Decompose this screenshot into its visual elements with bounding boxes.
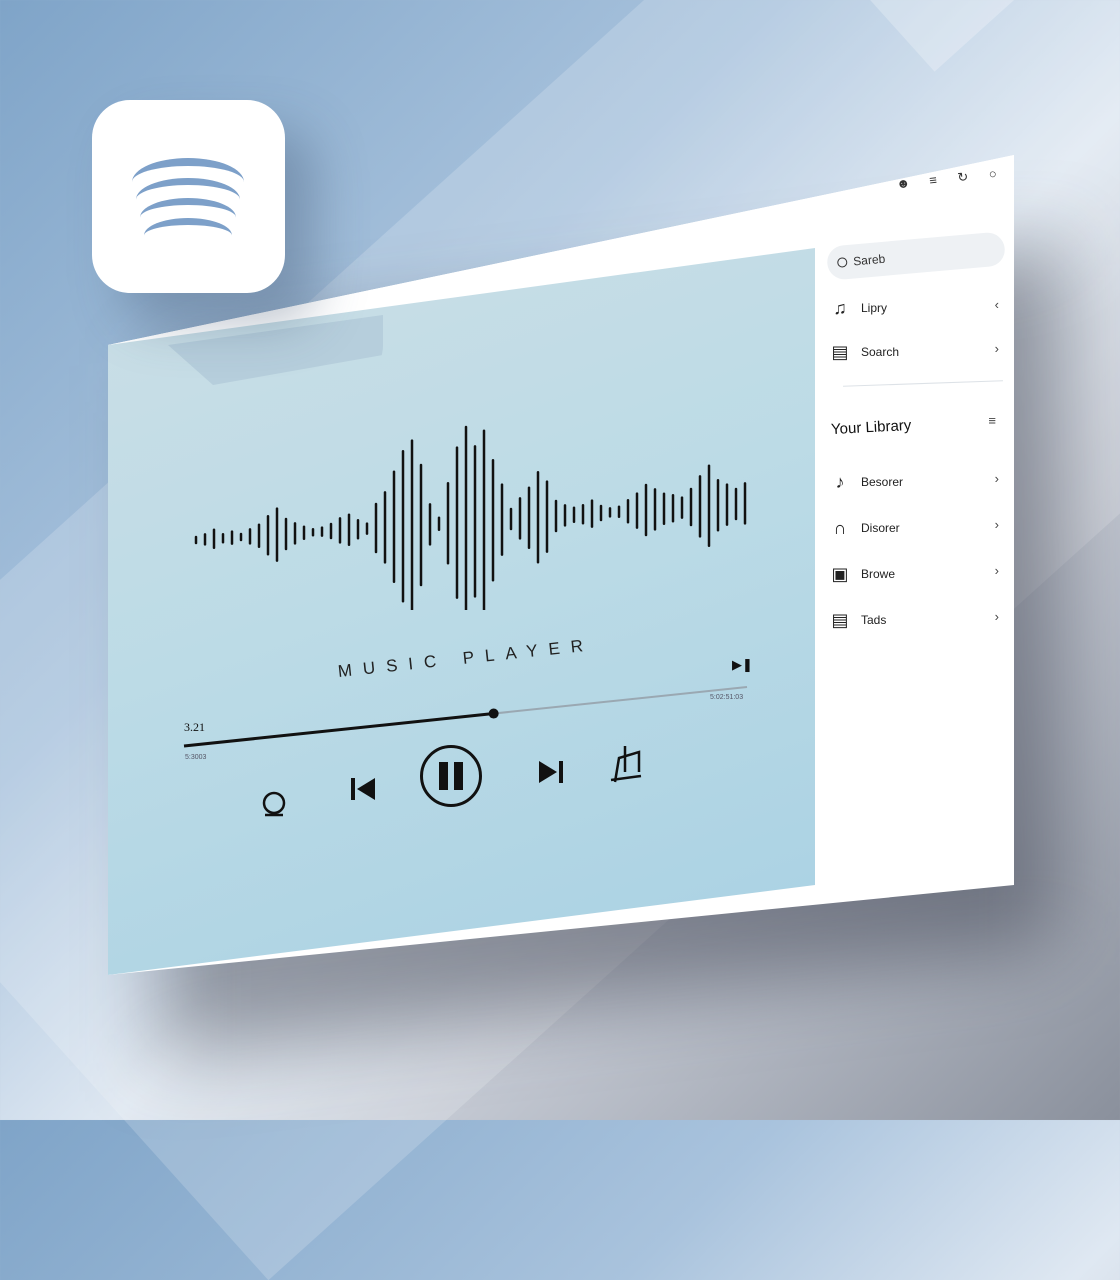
next-icon (539, 761, 563, 783)
library-item-label: Besorer (861, 475, 904, 489)
lock-icon: ∩ (833, 517, 847, 538)
list-icon: ▤ (831, 609, 849, 630)
loop-button[interactable] (258, 790, 290, 820)
library-item-besorer[interactable]: ♪ Besorer › (829, 467, 1009, 497)
search-placeholder: Sareb (852, 251, 886, 269)
sidebar-item-library[interactable]: ♫ Lipry ‹ (829, 293, 1009, 323)
library-item-label: Disorer (861, 521, 900, 535)
sound-arc (144, 218, 232, 253)
spotify-app-icon[interactable] (92, 100, 285, 293)
chevron-right-icon: › (994, 341, 999, 356)
sidebar: Sareb ♫ Lipry ‹ ▤ Soarch › Your Library … (815, 231, 1014, 885)
skip-end-icon[interactable]: ▶❚ (732, 657, 753, 673)
chevron-right-icon: › (994, 471, 999, 486)
library-item-tads[interactable]: ▤ Tads › (829, 605, 1009, 635)
music-note-icon: ♫ (833, 297, 847, 318)
library-title: Your Library (830, 416, 912, 439)
brand[interactable]: Sprtify (121, 304, 187, 329)
refresh-icon[interactable]: ↻ (955, 169, 970, 185)
list-icon: ▤ (831, 341, 849, 362)
previous-button[interactable] (346, 772, 380, 806)
pause-icon (439, 762, 448, 790)
chat-icon[interactable]: ○ (985, 166, 1000, 182)
pause-button[interactable] (420, 745, 482, 807)
elapsed-caption: 5:3003 (185, 754, 207, 761)
volume-icon (610, 746, 642, 783)
chevron-left-icon: ‹ (994, 297, 999, 312)
loop-icon (262, 791, 286, 817)
spotify-logo-icon (121, 308, 142, 329)
music-note-icon: ♪ (835, 471, 845, 492)
waveform-visual (194, 425, 747, 610)
next-button[interactable] (534, 755, 568, 789)
chevron-right-icon: › (994, 517, 999, 532)
library-item-browe[interactable]: ▣ Browe › (829, 559, 1009, 589)
sidebar-item-label: Soarch (861, 345, 900, 359)
library-item-label: Browe (861, 567, 896, 581)
equalizer-icon[interactable]: ≡ (925, 172, 940, 188)
progress-bar[interactable] (180, 680, 760, 760)
progress-handle[interactable] (488, 708, 499, 719)
search-input[interactable]: Sareb (825, 231, 1007, 281)
box-icon: ▣ (831, 563, 849, 584)
volume-button[interactable] (608, 742, 646, 784)
search-icon (836, 257, 848, 268)
current-time: 3.21 (184, 720, 205, 734)
sidebar-item-label: Lipry (861, 301, 888, 315)
chevron-right-icon: › (994, 609, 999, 624)
menu-icon[interactable]: ≡ (988, 413, 996, 428)
sidebar-item-search[interactable]: ▤ Soarch › (829, 337, 1009, 367)
brand-name: Sprtify (143, 304, 187, 325)
divider (843, 380, 1003, 387)
library-item-disorer[interactable]: ∩ Disorer › (829, 513, 1009, 543)
chevron-right-icon: › (994, 563, 999, 578)
previous-icon (351, 778, 375, 800)
library-item-label: Tads (861, 613, 887, 627)
